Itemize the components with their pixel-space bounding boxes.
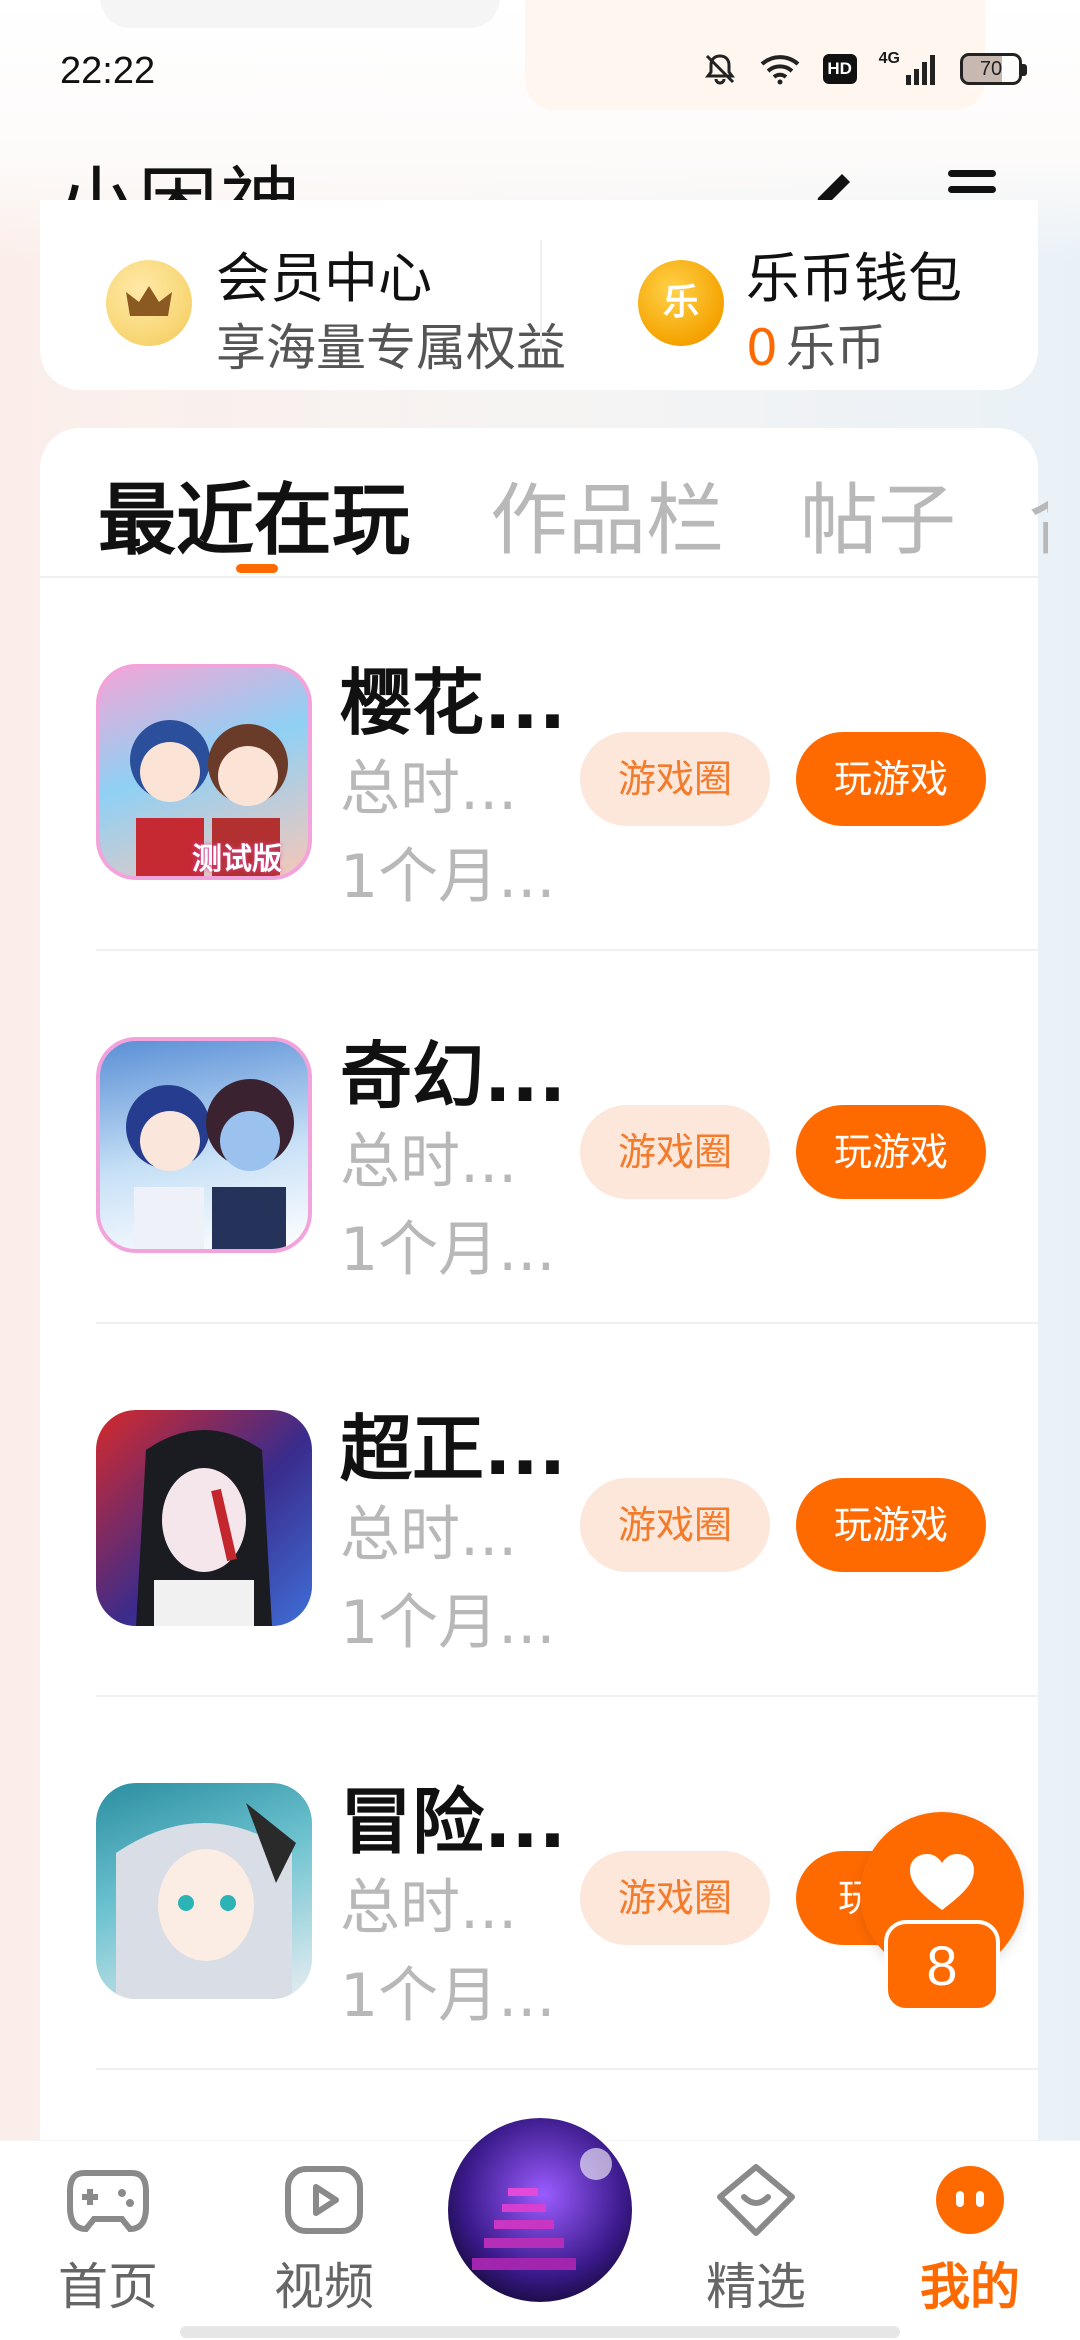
row-divider xyxy=(96,2068,1038,2070)
game-thumbnail xyxy=(96,1783,312,1999)
game-playtime: 总时... xyxy=(340,1127,518,1197)
game-title: 冒险... xyxy=(340,1780,567,1864)
status-bar: 22:22 HD 4G 70 xyxy=(0,0,1080,130)
game-circle-button[interactable]: 游戏圈 xyxy=(580,732,770,826)
smiley-icon xyxy=(936,2166,1004,2234)
nav-featured-label: 精选 xyxy=(706,2258,806,2316)
coin-icon: 乐 xyxy=(638,260,724,346)
profile-tabs: 最近在玩 作品栏 帖子 合 xyxy=(40,428,1048,578)
nav-video-label: 视频 xyxy=(274,2258,374,2316)
status-icons: HD 4G 70 xyxy=(703,50,1027,86)
network-type: 4G xyxy=(878,50,900,67)
nav-featured[interactable]: 精选 xyxy=(686,2163,826,2319)
tab-works[interactable]: 作品栏 xyxy=(490,458,724,570)
play-game-button[interactable]: 玩游戏 xyxy=(796,1105,986,1199)
game-title: 奇幻... xyxy=(340,1034,567,1118)
game-title: 超正... xyxy=(340,1407,567,1491)
member-card-divider xyxy=(540,240,542,360)
game-circle-button[interactable]: 游戏圈 xyxy=(580,1851,770,1945)
game-last-played: 1个月... xyxy=(340,842,556,912)
game-circle-button[interactable]: 游戏圈 xyxy=(580,1105,770,1199)
vip-center-title: 会员中心 xyxy=(216,247,432,310)
game-last-played: 1个月... xyxy=(340,1588,556,1658)
coin-count: 0 xyxy=(746,319,778,377)
vip-center-subtitle: 享海量专属权益 xyxy=(216,319,566,377)
coin-wallet-title: 乐币钱包 xyxy=(746,247,962,310)
play-game-button[interactable]: 玩游戏 xyxy=(796,1478,986,1572)
nav-home-label: 首页 xyxy=(58,2258,158,2316)
heart-diamond-icon xyxy=(717,2164,795,2236)
like-count-badge: 8 xyxy=(884,1920,1000,2012)
game-thumbnail xyxy=(96,1037,312,1253)
battery-indicator: 70 xyxy=(960,53,1027,85)
game-playtime: 总时... xyxy=(340,754,518,824)
game-playtime: 总时... xyxy=(340,1500,518,1570)
status-time: 22:22 xyxy=(60,50,156,92)
crown-icon xyxy=(106,260,192,346)
member-card: 会员中心 享海量专属权益 乐 乐币钱包 0 乐币 xyxy=(40,200,1038,390)
gamepad-icon xyxy=(67,2170,149,2233)
play-video-icon xyxy=(285,2166,363,2234)
active-tab-indicator xyxy=(236,564,278,573)
coin-wallet-balance: 0 乐币 xyxy=(746,308,886,380)
game-playtime: 总时... xyxy=(340,1873,518,1943)
list-item[interactable]: 超正... 总时... 1个月... 游戏圈 玩游戏 xyxy=(40,1324,1038,1697)
staircase-stage-icon xyxy=(448,2118,632,2302)
nav-center-feature-button[interactable] xyxy=(444,2114,636,2306)
tab-more[interactable]: 合 xyxy=(1028,458,1048,570)
list-item[interactable]: 奇幻... 总时... 1个月... 游戏圈 玩游戏 xyxy=(40,951,1038,1324)
game-title: 樱花... xyxy=(340,661,567,745)
nav-me[interactable]: 我的 xyxy=(900,2163,1040,2319)
game-circle-button[interactable]: 游戏圈 xyxy=(580,1478,770,1572)
list-item[interactable]: 测试版 樱花... 总时... 1个月... 游戏圈 玩游戏 xyxy=(40,578,1038,951)
home-indicator xyxy=(180,2326,900,2338)
coin-unit: 乐币 xyxy=(785,319,886,377)
nav-me-label: 我的 xyxy=(920,2258,1020,2316)
tab-recent-play[interactable]: 最近在玩 xyxy=(98,458,410,570)
game-last-played: 1个月... xyxy=(340,1215,556,1285)
game-thumbnail xyxy=(96,1410,312,1626)
thumb-badge: 测试版 xyxy=(192,842,282,877)
mute-bell-icon xyxy=(704,54,735,85)
hd-badge: HD xyxy=(822,54,857,84)
signal-icon xyxy=(906,55,935,85)
game-last-played: 1个月... xyxy=(340,1961,556,2031)
nav-video[interactable]: 视频 xyxy=(254,2163,394,2319)
wifi-icon xyxy=(760,55,799,85)
heart-icon xyxy=(910,1854,974,1910)
nav-home[interactable]: 首页 xyxy=(38,2163,178,2319)
play-game-button[interactable]: 玩游戏 xyxy=(796,732,986,826)
tab-posts[interactable]: 帖子 xyxy=(800,458,956,570)
game-thumbnail: 测试版 xyxy=(96,664,312,880)
